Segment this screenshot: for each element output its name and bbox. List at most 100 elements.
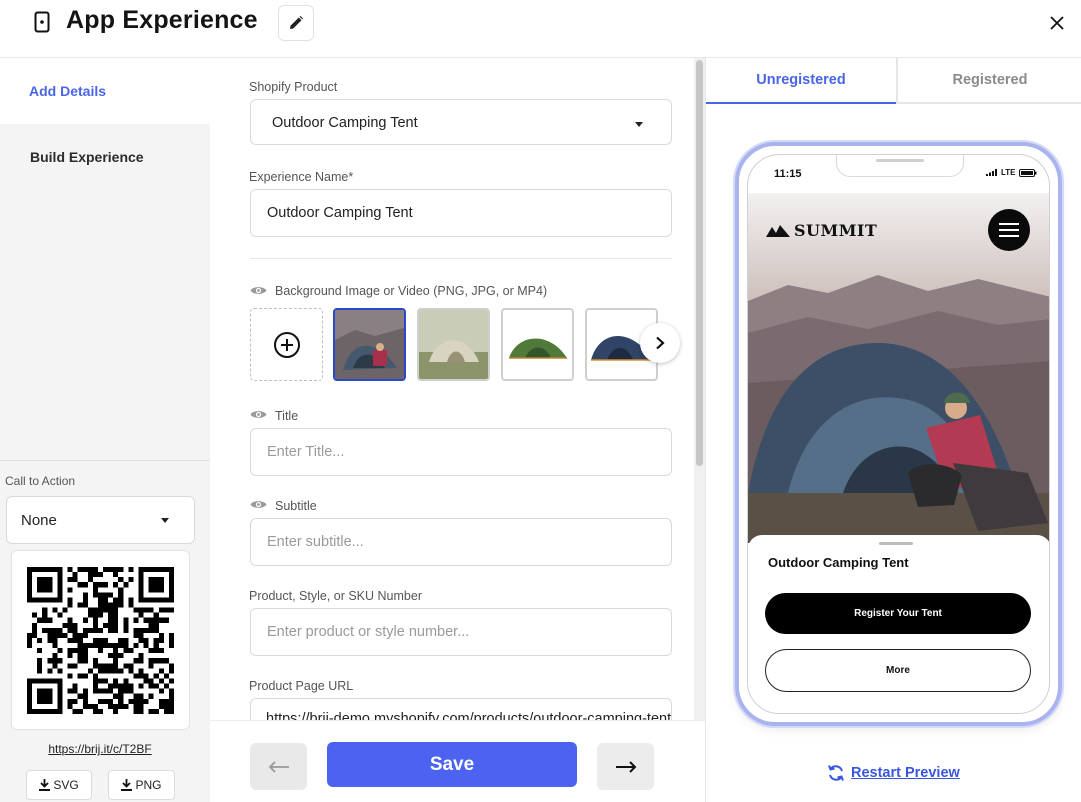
qr-module: [77, 602, 83, 608]
qr-module: [57, 632, 63, 638]
qr-module: [113, 653, 119, 659]
qr-module: [97, 592, 104, 598]
qr-module: [148, 622, 154, 628]
restart-preview-link[interactable]: Restart Preview: [827, 764, 960, 782]
qr-module: [72, 577, 78, 583]
cta-select[interactable]: None: [6, 496, 195, 544]
tent-photo-image: [419, 310, 488, 379]
eye-icon[interactable]: [250, 285, 267, 296]
product-url-value: https://brij-demo.myshopify.com/products…: [266, 711, 672, 720]
qr-module: [113, 708, 119, 714]
shopify-product-select[interactable]: Outdoor Camping Tent: [250, 99, 672, 145]
qr-module: [148, 577, 154, 583]
back-button[interactable]: [250, 743, 307, 790]
eye-icon[interactable]: [250, 499, 267, 510]
tab-unregistered[interactable]: Unregistered: [706, 58, 896, 104]
qr-module: [133, 708, 139, 714]
qr-module: [113, 693, 119, 699]
qr-module: [57, 678, 63, 684]
brand-logo: SUMMIT: [766, 221, 877, 240]
qr-module: [153, 708, 159, 714]
qr-module: [87, 572, 93, 578]
qr-module: [82, 567, 88, 573]
media-thumbnail[interactable]: [333, 308, 406, 381]
qr-module: [27, 572, 33, 578]
subtitle-input[interactable]: Enter subtitle...: [250, 518, 672, 566]
qr-module: [143, 567, 149, 573]
qr-module: [32, 567, 38, 573]
experience-name-input[interactable]: Outdoor Camping Tent: [250, 189, 672, 237]
qr-module: [52, 607, 58, 613]
qr-module: [77, 658, 83, 664]
title-input[interactable]: Enter Title...: [250, 428, 672, 476]
save-button[interactable]: Save: [327, 742, 577, 787]
qr-module: [82, 597, 88, 603]
qr-module: [47, 627, 53, 633]
tab-registered[interactable]: Registered: [896, 58, 1081, 104]
qr-module: [92, 592, 98, 598]
bottom-sheet: Outdoor Camping Tent Register Your Tent …: [748, 535, 1049, 713]
next-button[interactable]: [597, 743, 654, 790]
qr-module: [77, 708, 83, 714]
more-button[interactable]: More: [765, 649, 1031, 692]
qr-module: [123, 617, 129, 623]
qr-module: [148, 587, 154, 593]
qr-module: [67, 567, 73, 573]
qr-code: [27, 567, 174, 714]
qr-module: [143, 637, 149, 644]
qr-module: [92, 663, 98, 669]
qr-module: [163, 708, 169, 714]
qr-module: [67, 653, 73, 659]
add-media-button[interactable]: [250, 308, 323, 381]
pencil-icon: [290, 15, 304, 29]
qr-module: [153, 597, 159, 603]
qr-module: [57, 668, 63, 674]
qr-module: [168, 643, 174, 649]
qr-module: [57, 683, 63, 689]
download-png-button[interactable]: PNG: [108, 770, 175, 800]
close-button[interactable]: [1046, 12, 1068, 34]
preview-panel: Unregistered Registered 11:15 LTE SUMMIT…: [705, 58, 1081, 802]
qr-module: [92, 572, 98, 578]
download-svg-button[interactable]: SVG: [26, 770, 92, 800]
qr-module: [67, 648, 73, 654]
qr-module: [87, 668, 93, 674]
qr-module: [113, 572, 119, 578]
qr-module: [103, 607, 109, 613]
qr-module: [52, 643, 58, 649]
qr-module: [108, 567, 114, 573]
qr-module: [158, 698, 164, 704]
qr-module: [57, 658, 63, 664]
refresh-icon: [828, 765, 844, 781]
qr-module: [103, 582, 109, 588]
hamburger-menu-button[interactable]: [988, 209, 1030, 251]
qr-module: [123, 627, 129, 633]
eye-icon[interactable]: [250, 409, 267, 420]
qr-module: [67, 602, 73, 608]
qr-module: [163, 703, 169, 709]
qr-module: [153, 612, 159, 618]
sidebar-item-add-details[interactable]: Add Details: [0, 58, 210, 124]
sidebar-item-build-experience[interactable]: Build Experience: [0, 124, 210, 190]
qr-module: [37, 582, 43, 588]
sku-input[interactable]: Enter product or style number...: [250, 608, 672, 656]
qr-module: [113, 597, 119, 603]
media-thumbnail[interactable]: [501, 308, 574, 381]
edit-title-button[interactable]: [278, 5, 314, 41]
next-media-button[interactable]: [640, 323, 680, 363]
qr-module: [52, 597, 58, 603]
sheet-handle[interactable]: [879, 542, 913, 545]
scrollbar-thumb[interactable]: [696, 60, 703, 466]
qr-module: [77, 648, 83, 654]
register-button[interactable]: Register Your Tent: [765, 593, 1031, 634]
product-url-input[interactable]: https://brij-demo.myshopify.com/products…: [250, 698, 672, 720]
qr-module: [168, 597, 174, 603]
media-thumbnail[interactable]: [417, 308, 490, 381]
qr-module: [67, 627, 73, 633]
qr-module: [37, 648, 43, 654]
qr-module: [113, 678, 119, 684]
qr-module: [163, 607, 169, 613]
qr-module: [67, 663, 73, 669]
qr-module: [138, 708, 144, 714]
short-link[interactable]: https://brij.it/c/T2BF: [0, 742, 200, 756]
